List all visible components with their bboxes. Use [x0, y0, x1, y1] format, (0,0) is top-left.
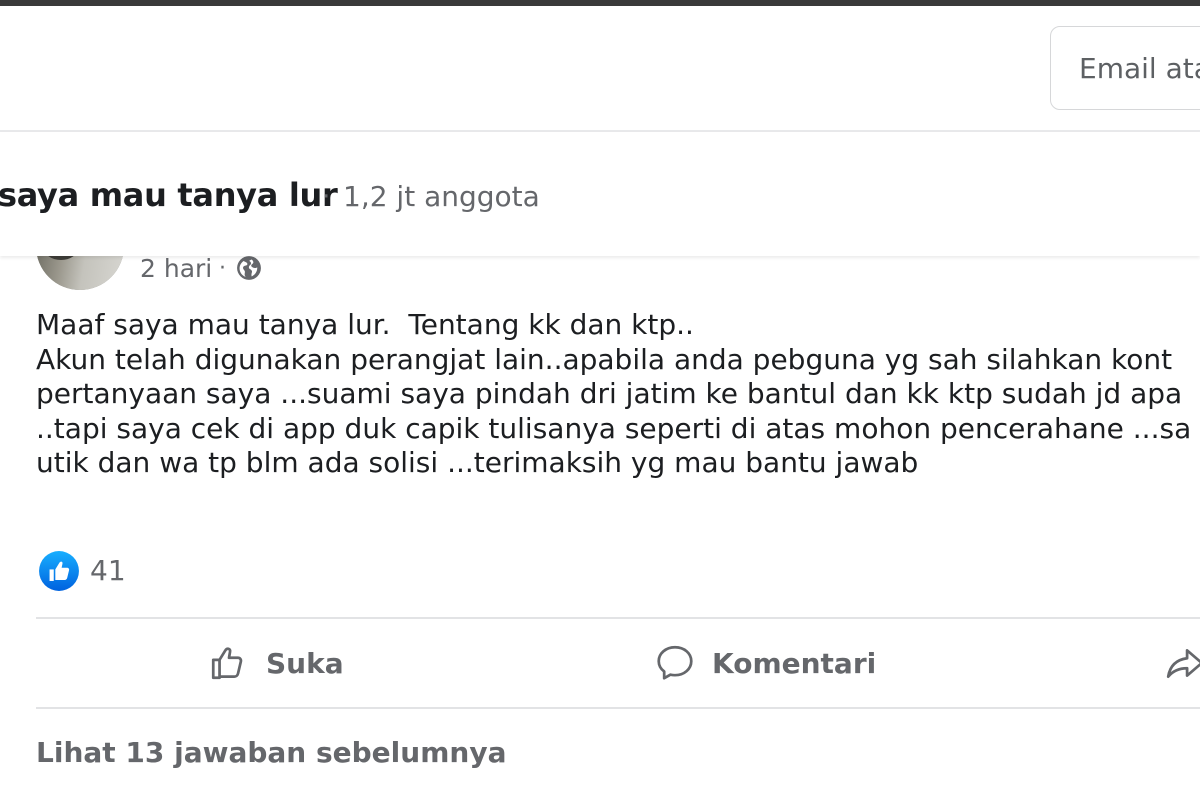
post-text-line: ..tapi saya cek di app duk capik tulisan…	[36, 411, 1192, 445]
divider	[36, 707, 1200, 709]
separator-dot: ·	[322, 182, 331, 212]
reaction-count[interactable]: 41	[90, 554, 126, 587]
group-member-count: 1,2 jt anggota	[343, 180, 540, 213]
comment-button[interactable]: Komentari	[654, 619, 876, 707]
share-button[interactable]	[1164, 619, 1200, 707]
post-action-bar: Suka Komentari	[36, 619, 1200, 707]
comment-button-label: Komentari	[712, 646, 877, 680]
email-field[interactable]	[1050, 26, 1200, 110]
page-header	[0, 6, 1200, 130]
post-card: 2 hari · Maaf saya mau tanya lur. Tentan…	[0, 230, 1200, 800]
thumbs-up-icon	[211, 647, 243, 680]
like-reaction-icon[interactable]	[38, 550, 80, 592]
like-button-label: Suka	[266, 646, 344, 680]
share-icon	[1166, 649, 1200, 679]
post-text-line: Akun telah digunakan perangjat lain..apa…	[36, 342, 1173, 376]
like-button[interactable]: Suka	[208, 619, 344, 707]
group-name-link[interactable]: saya mau tanya lur	[0, 176, 338, 214]
post-text: Maaf saya mau tanya lur. Tentang kk dan …	[36, 308, 1200, 481]
post-text-line: utik dan wa tp blm ada solisi ...terimak…	[36, 446, 919, 479]
view-previous-replies-link[interactable]: Lihat 13 jawaban sebelumnya	[36, 736, 506, 769]
group-header: saya mau tanya lur · 1,2 jt anggota	[0, 132, 1200, 256]
separator-dot: ·	[219, 256, 226, 281]
comment-icon	[657, 645, 693, 680]
globe-icon	[237, 256, 261, 280]
post-text-line: Maaf saya mau tanya lur. Tentang kk dan …	[36, 308, 694, 341]
post-timestamp[interactable]: 2 hari	[140, 254, 212, 283]
post-text-line: pertanyaan saya ...suami saya pindah dri…	[36, 377, 1183, 410]
